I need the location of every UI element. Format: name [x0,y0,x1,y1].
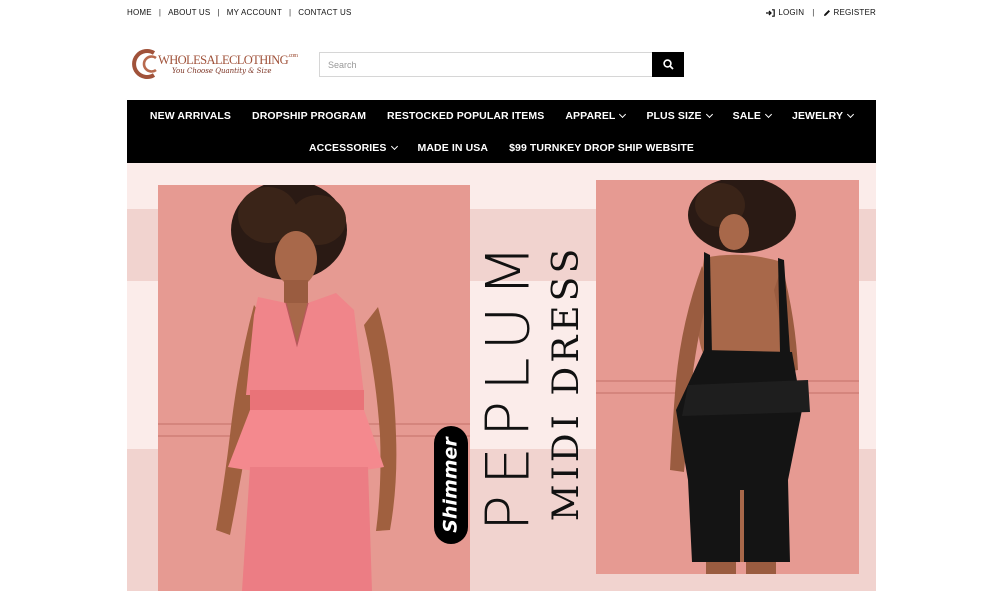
nav-item-label: MADE IN USA [417,141,489,154]
nav-row-2: ACCESSORIES MADE IN USA $99 TURNKEY DROP… [127,132,876,163]
nav-item-apparel[interactable]: APPAREL [565,110,627,122]
nav-item-dropship-program[interactable]: DROPSHIP PROGRAM [252,110,366,122]
chevron-down-icon [619,110,627,119]
chevron-down-icon [764,110,773,119]
nav-item-label: SALE [732,110,762,122]
site-logo[interactable]: WHOLESALECLOTHING.com You Choose Quantit… [130,47,298,81]
nav-row-1: NEW ARRIVALS DROPSHIP PROGRAM RESTOCKED … [127,100,876,132]
top-link-contact-us[interactable]: CONTACT US [298,8,351,17]
nav-item-label: PLUS SIZE [646,110,702,122]
model-photo-black-dress [596,180,859,574]
shimmer-badge: Shimmer [434,426,468,544]
nav-item-new-arrivals[interactable]: NEW ARRIVALS [150,110,231,122]
logo-tagline: You Choose Quantity & Size [172,67,272,75]
logo-brand-suffix: .com [288,53,298,59]
nav-item-jewelry[interactable]: JEWELRY [792,110,855,122]
login-link[interactable]: LOGIN [766,8,804,17]
nav-item-plus-size[interactable]: PLUS SIZE [646,110,713,122]
account-links: LOGIN | REGISTER [766,8,876,17]
top-link-my-account[interactable]: MY ACCOUNT [227,8,282,17]
top-bar: HOME | ABOUT US | MY ACCOUNT | CONTACT U… [127,8,876,20]
separator: | [288,8,292,17]
chevron-down-icon [847,110,855,119]
search-icon [662,59,674,70]
search-button[interactable] [652,52,684,77]
banner-headline: PEPLUM [482,235,542,531]
login-label: LOGIN [778,8,805,17]
nav-item-sale[interactable]: SALE [732,110,773,122]
nav-item-turnkey-drop-ship-website[interactable]: $99 TURNKEY DROP SHIP WEBSITE [509,142,694,154]
subheadline-text: MIDI DRESS [547,245,587,522]
separator: | [217,8,220,17]
top-link-about-us[interactable]: ABOUT US [168,8,210,17]
nav-item-restocked-popular-items[interactable]: RESTOCKED POPULAR ITEMS [387,110,544,122]
top-links: HOME | ABOUT US | MY ACCOUNT | CONTACT U… [127,8,351,17]
logo-brand-text: WHOLESALECLOTHING.com [158,53,298,68]
register-label: REGISTER [833,8,876,17]
register-link[interactable]: REGISTER [823,8,877,17]
search-bar [319,52,684,77]
nav-item-label: $99 TURNKEY DROP SHIP WEBSITE [509,141,695,154]
main-nav: NEW ARRIVALS DROPSHIP PROGRAM RESTOCKED … [127,100,876,163]
nav-item-label: ACCESSORIES [308,141,387,154]
nav-item-label: NEW ARRIVALS [149,110,232,122]
headline-text: PEPLUM [482,235,542,531]
separator: | [812,8,815,17]
chevron-down-icon [705,110,713,119]
page: HOME | ABOUT US | MY ACCOUNT | CONTACT U… [0,0,1000,600]
top-link-home[interactable]: HOME [127,8,152,17]
nav-item-label: DROPSHIP PROGRAM [252,110,367,122]
model-photo-pink-dress [158,185,470,591]
pink-dress-figure [216,185,397,591]
pencil-icon [823,9,830,16]
nav-item-label: APPAREL [565,110,616,122]
black-dress-figure [670,180,810,574]
chevron-down-icon [390,142,398,150]
search-input[interactable] [319,52,652,77]
nav-item-made-in-usa[interactable]: MADE IN USA [418,142,489,154]
shimmer-badge-label: Shimmer [440,436,462,533]
separator: | [158,8,162,17]
nav-item-accessories[interactable]: ACCESSORIES [308,141,398,154]
banner-subheadline: MIDI DRESS [547,245,587,522]
nav-item-label: JEWELRY [792,110,844,122]
logo-brand-name: WHOLESALECLOTHING [158,53,289,67]
nav-item-label: RESTOCKED POPULAR ITEMS [387,110,545,122]
badge-text: Shimmer [440,436,462,533]
sign-in-icon [766,8,776,17]
hero-banner[interactable]: PEPLUM MIDI DRESS Shimmer [127,163,876,591]
